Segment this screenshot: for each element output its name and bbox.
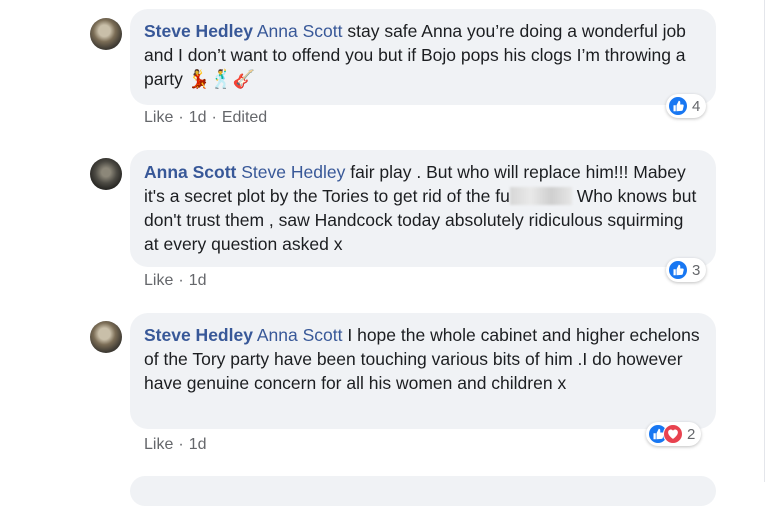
like-link[interactable]: Like xyxy=(144,272,173,289)
man-dancing-emoji: 🕺 xyxy=(210,69,233,90)
next-comment-bubble xyxy=(130,476,716,506)
timestamp-link[interactable]: 1d xyxy=(189,436,207,453)
comment-mention[interactable]: Anna Scott xyxy=(257,21,343,41)
comment-actions: Like · 1d xyxy=(144,272,207,289)
avatar[interactable] xyxy=(90,158,122,190)
like-reaction-icon xyxy=(668,96,688,116)
comment-bubble: Steve Hedley Anna Scott stay safe Anna y… xyxy=(130,9,716,105)
edited-link[interactable]: Edited xyxy=(222,109,267,126)
avatar[interactable] xyxy=(90,321,122,353)
reaction-count: 4 xyxy=(692,97,701,115)
guitar-emoji: 🎸 xyxy=(232,69,256,90)
comment-mention[interactable]: Steve Hedley xyxy=(241,162,345,182)
right-edge-divider xyxy=(764,0,765,482)
timestamp-link[interactable]: 1d xyxy=(189,272,207,289)
reaction-summary[interactable]: 3 xyxy=(666,258,707,282)
like-link[interactable]: Like xyxy=(144,436,173,453)
comment-author[interactable]: Steve Hedley xyxy=(144,21,253,41)
dancer-emoji: 💃 xyxy=(187,69,211,90)
reaction-summary[interactable]: 4 xyxy=(666,94,707,118)
reaction-summary[interactable]: 2 xyxy=(646,422,702,446)
timestamp-link[interactable]: 1d xyxy=(189,109,207,126)
redacted-word xyxy=(509,187,572,205)
avatar[interactable] xyxy=(90,18,122,50)
comment-mention[interactable]: Anna Scott xyxy=(257,325,343,345)
comment-author[interactable]: Steve Hedley xyxy=(144,325,253,345)
love-reaction-icon xyxy=(663,424,683,444)
comment-bubble: Steve Hedley Anna Scott I hope the whole… xyxy=(130,313,716,429)
comment-author[interactable]: Anna Scott xyxy=(144,162,236,182)
like-reaction-icon xyxy=(668,260,688,280)
comment-actions: Like · 1d xyxy=(144,436,207,453)
like-link[interactable]: Like xyxy=(144,109,173,126)
comment-bubble: Anna Scott Steve Hedley fair play . But … xyxy=(130,150,716,267)
reaction-count: 3 xyxy=(692,261,701,279)
comment-actions: Like · 1d · Edited xyxy=(144,109,268,126)
reaction-count: 2 xyxy=(687,425,696,443)
